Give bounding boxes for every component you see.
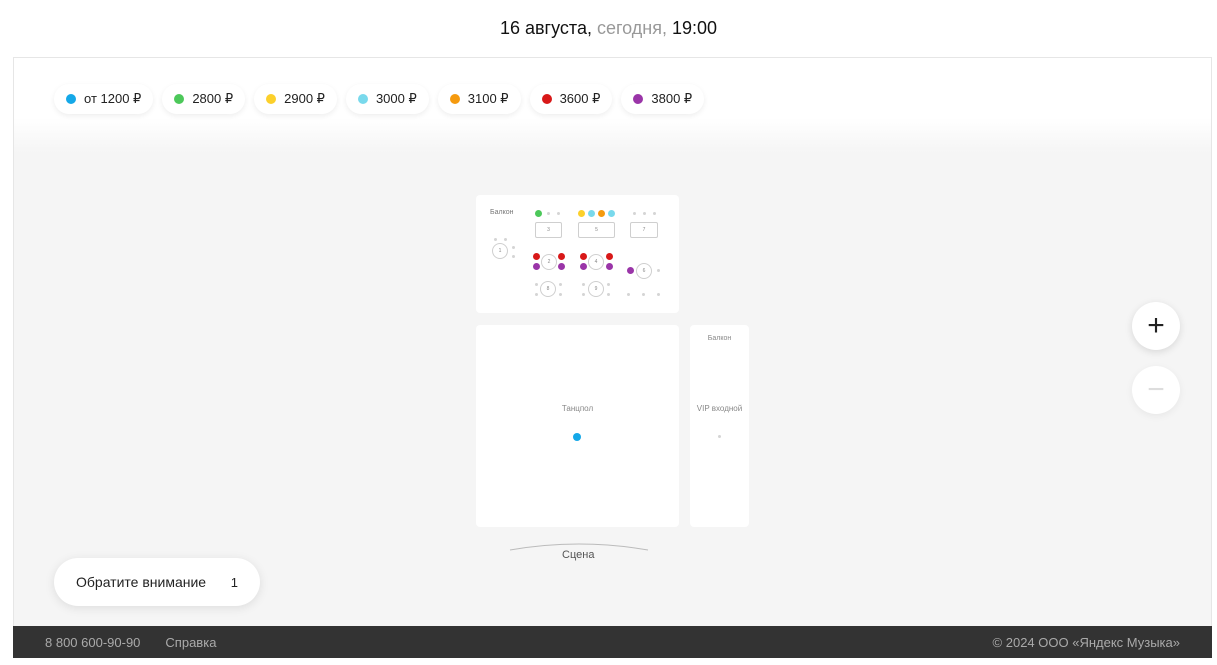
seat[interactable] <box>559 293 562 296</box>
price-label: от 1200 ₽ <box>84 91 142 106</box>
seat-3800[interactable] <box>606 263 613 270</box>
price-filter-1200[interactable]: от 1200 ₽ <box>54 84 154 114</box>
table-9[interactable]: 9 <box>588 281 604 297</box>
table-8[interactable]: 8 <box>540 281 556 297</box>
table-5[interactable]: 5 <box>578 222 615 238</box>
seat[interactable] <box>535 293 538 296</box>
price-label: 2900 ₽ <box>284 91 325 106</box>
footer-phone-link[interactable]: 8 800 600-90-90 <box>45 635 140 650</box>
seat-3100[interactable] <box>598 210 605 217</box>
seat[interactable] <box>607 293 610 296</box>
footer: 8 800 600-90-90 Справка © 2024 ООО «Янде… <box>13 626 1212 658</box>
table-4[interactable]: 4 <box>588 254 604 270</box>
price-filter-3600[interactable]: 3600 ₽ <box>529 84 613 114</box>
price-dot <box>66 94 76 104</box>
vip-seat[interactable] <box>718 435 721 438</box>
seat-2900[interactable] <box>578 210 585 217</box>
seat[interactable] <box>607 283 610 286</box>
balcony-section: Балкон 1 3 5 7 2 4 6 8 9 <box>476 195 679 313</box>
seat-3600[interactable] <box>580 253 587 260</box>
seat-3600[interactable] <box>558 253 565 260</box>
price-dot <box>174 94 185 104</box>
dance-floor-ticket-1200[interactable] <box>573 433 581 441</box>
seat[interactable] <box>657 269 660 272</box>
seat[interactable] <box>547 212 550 215</box>
price-filter-2800[interactable]: 2800 ₽ <box>162 84 246 114</box>
table-2[interactable]: 2 <box>541 254 557 270</box>
dance-floor-label: Танцпол <box>561 404 594 413</box>
notice-count: 1 <box>230 574 238 590</box>
seat[interactable] <box>653 212 656 215</box>
notice-label: Обратите внимание <box>76 574 207 590</box>
price-label: 3600 ₽ <box>559 91 601 106</box>
seat-3600[interactable] <box>533 253 540 260</box>
seat-3800[interactable] <box>580 263 587 270</box>
zoom-out-button[interactable]: − <box>1132 366 1180 414</box>
minus-icon: − <box>1147 373 1165 406</box>
event-header: 16 августа, сегодня, 19:00 <box>0 0 1217 57</box>
plus-icon: + <box>1147 309 1165 342</box>
seat[interactable] <box>627 293 630 296</box>
seat[interactable] <box>643 212 646 215</box>
price-label: 3100 ₽ <box>467 91 509 106</box>
price-dot <box>633 94 644 104</box>
price-dot <box>449 94 460 104</box>
seat[interactable] <box>657 293 660 296</box>
seat[interactable] <box>642 293 645 296</box>
seat[interactable] <box>633 212 636 215</box>
price-filter-3800[interactable]: 3800 ₽ <box>621 84 705 114</box>
price-dot <box>266 94 277 104</box>
seat[interactable] <box>494 238 497 241</box>
seat[interactable] <box>535 283 538 286</box>
seat[interactable] <box>512 246 515 249</box>
seat[interactable] <box>559 283 562 286</box>
vip-section[interactable]: Балкон VIP входной <box>690 325 749 527</box>
price-filter-3000[interactable]: 3000 ₽ <box>345 84 429 114</box>
table-1[interactable]: 1 <box>492 243 508 259</box>
seat-3000[interactable] <box>608 210 615 217</box>
seat[interactable] <box>582 283 585 286</box>
seat[interactable] <box>512 255 515 258</box>
price-legend: от 1200 ₽ 2800 ₽ 2900 ₽ 3000 ₽ 3100 ₽ 36… <box>54 84 705 114</box>
footer-help-link[interactable]: Справка <box>165 635 216 650</box>
seat-3000[interactable] <box>588 210 595 217</box>
table-7[interactable]: 7 <box>630 222 658 238</box>
dance-floor-section[interactable]: Танцпол <box>476 325 679 527</box>
seat-3800[interactable] <box>627 267 634 274</box>
stage-label: Сцена <box>562 549 595 561</box>
price-dot <box>357 94 368 104</box>
notice-button[interactable]: Обратите внимание 1 <box>54 558 260 606</box>
table-3[interactable]: 3 <box>535 222 562 238</box>
seat[interactable] <box>557 212 560 215</box>
price-filter-2900[interactable]: 2900 ₽ <box>254 84 337 114</box>
price-label: 3800 ₽ <box>651 91 693 106</box>
seat-3600[interactable] <box>606 253 613 260</box>
seat-map-viewport[interactable]: от 1200 ₽ 2800 ₽ 2900 ₽ 3000 ₽ 3100 ₽ 36… <box>13 57 1212 626</box>
vip-balcony-label: Балкон <box>707 335 732 342</box>
seat-3800[interactable] <box>558 263 565 270</box>
price-label: 2800 ₽ <box>192 91 234 106</box>
zoom-in-button[interactable]: + <box>1132 302 1180 350</box>
price-dot <box>541 94 552 104</box>
balcony-label: Балкон <box>490 209 514 216</box>
event-time: 19:00 <box>672 18 718 38</box>
footer-copyright: © 2024 ООО «Яндекс Музыка» <box>992 634 1180 650</box>
table-6[interactable]: 6 <box>636 263 652 279</box>
vip-label: VIP входной <box>696 404 743 413</box>
seat-3800[interactable] <box>533 263 540 270</box>
seat[interactable] <box>582 293 585 296</box>
price-label: 3000 ₽ <box>375 91 417 106</box>
seat-2800[interactable] <box>535 210 542 217</box>
seat[interactable] <box>504 238 507 241</box>
event-date: 16 августа, <box>499 18 592 38</box>
price-filter-3100[interactable]: 3100 ₽ <box>437 84 521 114</box>
event-today: сегодня, <box>596 18 667 38</box>
